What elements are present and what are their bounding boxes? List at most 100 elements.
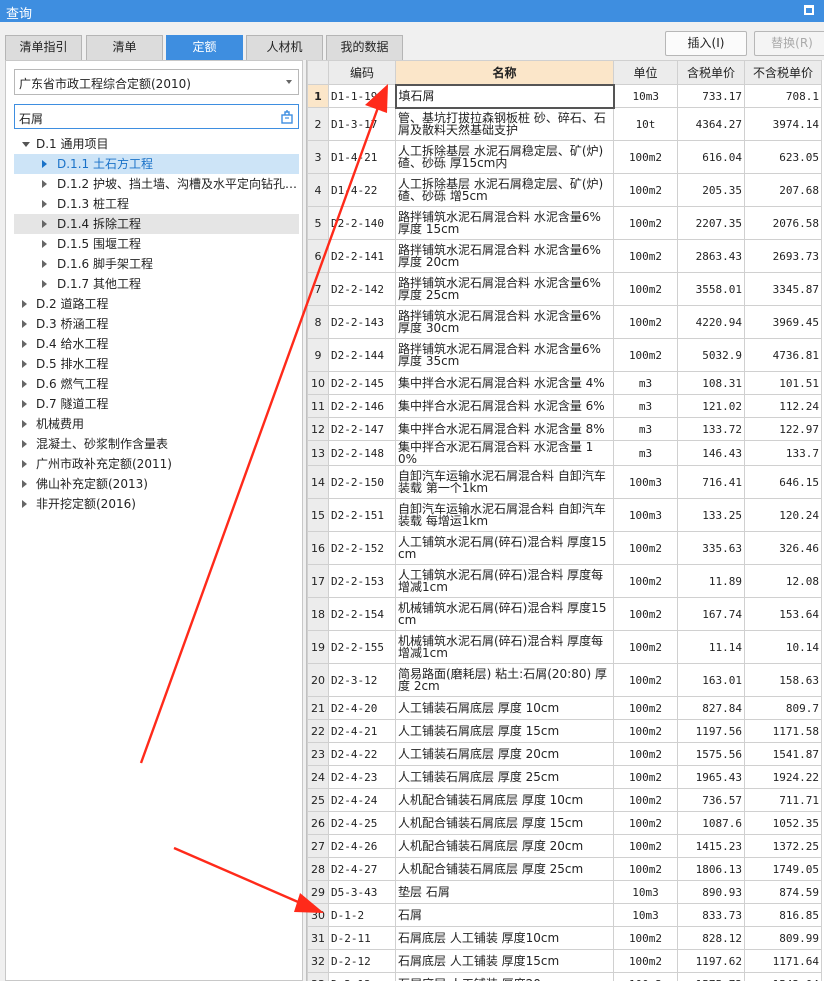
code-cell[interactable]: D2-2-150: [328, 465, 396, 499]
tax-incl-price-cell[interactable]: 2863.43: [677, 239, 745, 273]
table-row[interactable]: 3 D1-4-21 人工拆除基层 水泥石屑稳定层、矿(炉)碴、砂砾 厚15cm内 10…: [307, 140, 822, 174]
tax-excl-price-cell[interactable]: 1171.58: [744, 719, 822, 743]
tax-incl-price-cell[interactable]: 133.72: [677, 417, 745, 441]
code-cell[interactable]: D2-2-146: [328, 394, 396, 418]
table-row[interactable]: 33D-2-13石屑底层 人工铺装 厚度20cm100m21575.721542…: [307, 972, 822, 981]
unit-cell[interactable]: m3: [613, 440, 678, 466]
tax-incl-price-cell[interactable]: 1087.6: [677, 811, 745, 835]
tax-excl-price-cell[interactable]: 809.99: [744, 926, 822, 950]
unit-cell[interactable]: 100m2: [613, 140, 678, 174]
name-cell[interactable]: 人机配合铺装石屑底层 厚度 20cm: [395, 834, 614, 858]
tax-excl-price-cell[interactable]: 874.59: [744, 880, 822, 904]
tax-excl-price-cell[interactable]: 2693.73: [744, 239, 822, 273]
unit-cell[interactable]: 100m3: [613, 465, 678, 499]
tree-item[interactable]: D.2 道路工程: [14, 294, 294, 314]
replace-button[interactable]: 替换(R): [754, 31, 824, 56]
name-cell[interactable]: 路拌铺筑水泥石屑混合料 水泥含量6% 厚度 35cm: [395, 338, 614, 372]
tax-excl-price-cell[interactable]: 153.64: [744, 597, 822, 631]
code-cell[interactable]: D2-2-140: [328, 206, 396, 240]
code-cell[interactable]: D1-1-190: [328, 84, 396, 108]
expand-right-icon[interactable]: [22, 380, 27, 388]
code-cell[interactable]: D2-2-145: [328, 371, 396, 395]
expand-right-icon[interactable]: [42, 280, 47, 288]
tree-item[interactable]: D.1.1 土石方工程: [14, 154, 299, 174]
tax-excl-price-cell[interactable]: 623.05: [744, 140, 822, 174]
tax-incl-price-cell[interactable]: 11.89: [677, 564, 745, 598]
tax-incl-price-column-header[interactable]: 含税单价: [677, 60, 745, 85]
expand-right-icon[interactable]: [22, 400, 27, 408]
table-row[interactable]: 18 D2-2-154 机械铺筑水泥石屑(碎石)混合料 厚度15cm 100m2 167…: [307, 597, 822, 631]
table-row[interactable]: 13 D2-2-148 集中拌合水泥石屑混合料 水泥含量 10% m3 146.43 13…: [307, 440, 822, 466]
table-row[interactable]: 28 D2-4-27 人机配合铺装石屑底层 厚度 25cm 100m2 1806.13 1…: [307, 857, 822, 881]
table-row[interactable]: 17 D2-2-153 人工铺筑水泥石屑(碎石)混合料 厚度每增减1cm 100m2 1…: [307, 564, 822, 598]
expand-down-icon[interactable]: [22, 142, 30, 147]
tax-excl-price-cell[interactable]: 12.08: [744, 564, 822, 598]
tax-excl-price-cell[interactable]: 122.97: [744, 417, 822, 441]
tax-incl-price-cell[interactable]: 1575.72: [677, 972, 745, 981]
name-cell[interactable]: 机械铺筑水泥石屑(碎石)混合料 厚度每增减1cm: [395, 630, 614, 664]
tax-excl-price-cell[interactable]: 3974.14: [744, 107, 822, 141]
table-row[interactable]: 12 D2-2-147 集中拌合水泥石屑混合料 水泥含量 8% m3 133.72 122…: [307, 417, 822, 441]
tax-excl-price-cell[interactable]: 711.71: [744, 788, 822, 812]
tree-item[interactable]: 广州市政补充定额(2011): [14, 454, 294, 474]
expand-right-icon[interactable]: [22, 480, 27, 488]
unit-cell[interactable]: 100m2: [613, 531, 678, 565]
name-cell[interactable]: 管、基坑打拔拉森钢板桩 砂、碎石、石屑及散料天然基础支护: [395, 107, 614, 141]
table-row[interactable]: 27 D2-4-26 人机配合铺装石屑底层 厚度 20cm 100m2 1415.23 1…: [307, 834, 822, 858]
name-cell[interactable]: 人工铺装石屑底层 厚度 10cm: [395, 696, 614, 720]
restore-icon[interactable]: [804, 5, 814, 15]
name-cell[interactable]: 人机配合铺装石屑底层 厚度 10cm: [395, 788, 614, 812]
code-cell[interactable]: D1-3-17: [328, 107, 396, 141]
table-row[interactable]: 26 D2-4-25 人机配合铺装石屑底层 厚度 15cm 100m2 1087.6 10…: [307, 811, 822, 835]
tax-excl-price-cell[interactable]: 1749.05: [744, 857, 822, 881]
quota-library-select[interactable]: 广东省市政工程综合定额(2010): [14, 69, 299, 95]
code-cell[interactable]: D2-2-142: [328, 272, 396, 306]
unit-cell[interactable]: m3: [613, 417, 678, 441]
tax-incl-price-cell[interactable]: 121.02: [677, 394, 745, 418]
code-cell[interactable]: D5-3-43: [328, 880, 396, 904]
name-cell[interactable]: 自卸汽车运输水泥石屑混合料 自卸汽车装载 第一个1km: [395, 465, 614, 499]
name-cell[interactable]: 石屑底层 人工铺装 厚度15cm: [395, 949, 614, 973]
tree-item[interactable]: D.7 隧道工程: [14, 394, 294, 414]
tax-incl-price-cell[interactable]: 1806.13: [677, 857, 745, 881]
tax-excl-price-cell[interactable]: 816.85: [744, 903, 822, 927]
unit-cell[interactable]: 100m2: [613, 630, 678, 664]
tax-incl-price-cell[interactable]: 167.74: [677, 597, 745, 631]
unit-cell[interactable]: 100m2: [613, 663, 678, 697]
unit-cell[interactable]: 100m2: [613, 811, 678, 835]
name-cell[interactable]: 人机配合铺装石屑底层 厚度 15cm: [395, 811, 614, 835]
unit-cell[interactable]: m3: [613, 394, 678, 418]
unit-cell[interactable]: 100m3: [613, 498, 678, 532]
tax-excl-price-cell[interactable]: 158.63: [744, 663, 822, 697]
code-cell[interactable]: D2-4-27: [328, 857, 396, 881]
code-cell[interactable]: D2-2-148: [328, 440, 396, 466]
table-row[interactable]: 15 D2-2-151 自卸汽车运输水泥石屑混合料 自卸汽车装载 每增运1km 100…: [307, 498, 822, 532]
tax-incl-price-cell[interactable]: 4220.94: [677, 305, 745, 339]
table-row[interactable]: 32 D-2-12 石屑底层 人工铺装 厚度15cm 100m2 1197.62 1171…: [307, 949, 822, 973]
unit-cell[interactable]: 10m3: [613, 84, 678, 108]
code-cell[interactable]: D-2-11: [328, 926, 396, 950]
name-cell[interactable]: 集中拌合水泥石屑混合料 水泥含量 10%: [395, 440, 614, 466]
unit-cell[interactable]: 100m2: [613, 338, 678, 372]
tax-excl-price-cell[interactable]: 2076.58: [744, 206, 822, 240]
tax-incl-price-cell[interactable]: 828.12: [677, 926, 745, 950]
tree-item[interactable]: D.5 排水工程: [14, 354, 294, 374]
table-row[interactable]: 4 D1-4-22 人工拆除基层 水泥石屑稳定层、矿(炉)碴、砂砾 增5cm 100m…: [307, 173, 822, 207]
code-cell[interactable]: D2-2-144: [328, 338, 396, 372]
name-cell[interactable]: 集中拌合水泥石屑混合料 水泥含量 6%: [395, 394, 614, 418]
name-cell[interactable]: 路拌铺筑水泥石屑混合料 水泥含量6% 厚度 30cm: [395, 305, 614, 339]
tax-incl-price-cell[interactable]: 1575.56: [677, 742, 745, 766]
table-row[interactable]: 23 D2-4-22 人工铺装石屑底层 厚度 20cm 100m2 1575.56 154…: [307, 742, 822, 766]
name-cell[interactable]: 石屑底层 人工铺装 厚度10cm: [395, 926, 614, 950]
tax-incl-price-cell[interactable]: 890.93: [677, 880, 745, 904]
code-cell[interactable]: D1-4-21: [328, 140, 396, 174]
table-row[interactable]: 16 D2-2-152 人工铺筑水泥石屑(碎石)混合料 厚度15cm 100m2 335…: [307, 531, 822, 565]
tax-incl-price-cell[interactable]: 11.14: [677, 630, 745, 664]
name-cell[interactable]: 人工拆除基层 水泥石屑稳定层、矿(炉)碴、砂砾 增5cm: [395, 173, 614, 207]
tree-item[interactable]: D.4 给水工程: [14, 334, 294, 354]
unit-cell[interactable]: 100m2: [613, 972, 678, 981]
expand-right-icon[interactable]: [42, 160, 47, 168]
table-row[interactable]: 5 D2-2-140 路拌铺筑水泥石屑混合料 水泥含量6% 厚度 15cm 100m2…: [307, 206, 822, 240]
unit-cell[interactable]: 100m2: [613, 305, 678, 339]
table-row[interactable]: 1 D1-1-190 填石屑 10m3 733.17 708.1: [307, 83, 822, 109]
